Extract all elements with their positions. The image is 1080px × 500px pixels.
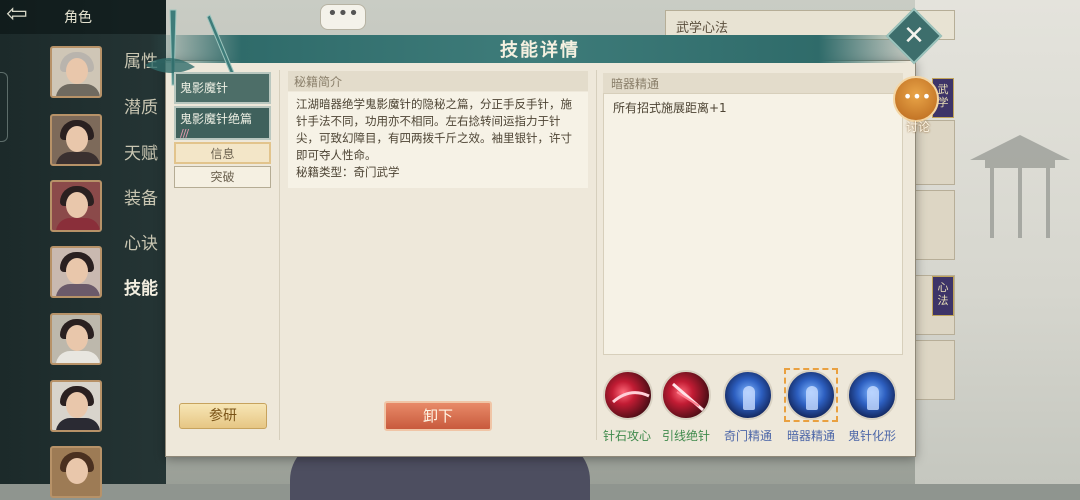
unload-button[interactable]: 卸下 (384, 401, 492, 431)
skill-icon-thread-needle[interactable] (661, 370, 711, 420)
tab-ultimate-label: 鬼影魔针绝篇 (180, 112, 253, 126)
character-portrait-4[interactable] (50, 246, 102, 298)
column-divider-right (596, 70, 597, 440)
discuss-button[interactable]: ••• (893, 76, 939, 122)
character-portrait-5[interactable] (50, 313, 102, 365)
menu-item-skills[interactable]: 技能 (124, 274, 158, 299)
tier-pips-icon: /// (180, 127, 189, 140)
skill-label-5: 鬼针化形 (847, 429, 896, 443)
intro-header: 秘籍简介 (288, 71, 588, 91)
mastery-body: 所有招式施展距离+1 (603, 93, 903, 355)
back-arrow-icon[interactable]: ⇦ (6, 1, 50, 29)
tab-ghost-needle-ultimate[interactable]: 鬼影魔针绝篇 /// (174, 106, 271, 140)
martial-card-4[interactable] (915, 340, 955, 400)
skill-icon-needle-heart[interactable] (603, 370, 653, 420)
menu-item-mind-art[interactable]: 心诀 (124, 229, 158, 254)
chat-bubble-icon[interactable]: ••• (320, 4, 366, 30)
research-button[interactable]: 参研 (179, 403, 267, 429)
character-portrait-3[interactable] (50, 180, 102, 232)
menu-item-potential[interactable]: 潜质 (124, 93, 158, 118)
character-portrait-7[interactable] (50, 446, 102, 498)
martial-card-2[interactable] (915, 190, 955, 260)
skill-label-2: 引线绝针 (661, 429, 710, 443)
subtab-info[interactable]: 信息 (174, 142, 271, 164)
character-portrait-6[interactable] (50, 380, 102, 432)
menu-item-equipment[interactable]: 装备 (124, 184, 158, 209)
discuss-label[interactable]: 讨论 (898, 118, 938, 135)
mastery-header: 暗器精通 (603, 73, 903, 93)
skill-selection-frame (784, 368, 838, 422)
subtab-breakthrough[interactable]: 突破 (174, 166, 271, 188)
discuss-chat-icon: ••• (902, 87, 932, 106)
intro-body: 江湖暗器绝学鬼影魔针的隐秘之篇，分正手反手针，施针手法不同，功用亦不相同。左右捻… (288, 92, 588, 188)
tab-ghost-needle-label: 鬼影魔针 (180, 81, 229, 95)
skill-icon-ghost-needle-form[interactable] (847, 370, 897, 420)
close-icon[interactable]: ✕ (894, 16, 934, 56)
skill-label-4: 暗器精通 (786, 429, 835, 443)
skill-icon-qimen-mastery[interactable] (723, 370, 773, 420)
page-title: 角色 (64, 10, 92, 26)
menu-item-talent[interactable]: 天赋 (124, 139, 158, 164)
xinfa-tag: 心法 (932, 276, 954, 316)
mastery-text: 所有招式施展距离+1 (613, 101, 727, 115)
column-divider-left (279, 70, 280, 440)
intro-type: 秘籍类型：奇门武学 (296, 165, 400, 179)
skill-label-3: 奇门精通 (723, 429, 772, 443)
skill-label-1: 针石攻心 (602, 429, 651, 443)
intro-text: 江湖暗器绝学鬼影魔针的隐秘之篇，分正手反手针，施针手法不同，功用亦不相同。左右捻… (296, 97, 572, 162)
character-portrait-2[interactable] (50, 114, 102, 166)
tab-ghost-needle[interactable]: 鬼影魔针 (174, 72, 271, 104)
pavilion-silhouette (970, 135, 1070, 238)
sidebar-edge (0, 72, 8, 142)
martial-arts-header-label: 武学心法 (676, 21, 729, 36)
